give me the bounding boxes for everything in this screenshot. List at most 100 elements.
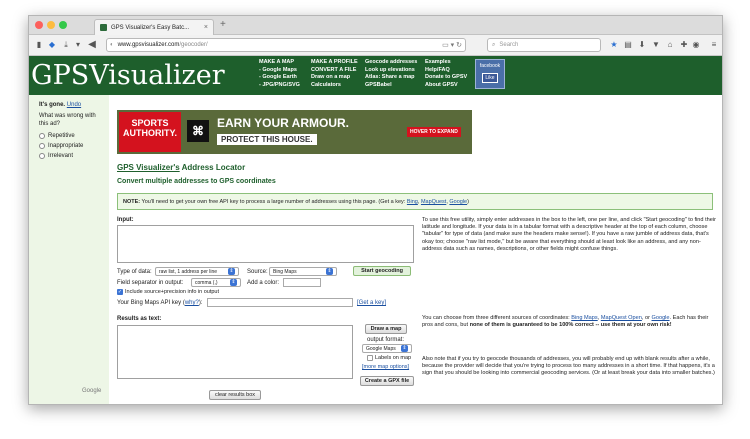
radio-circle[interactable] [39,153,45,159]
results-textarea[interactable] [117,325,353,379]
nav-link[interactable]: Geocode addresses [365,59,417,67]
pocket-icon[interactable]: ▼ [651,40,661,50]
ad-cta[interactable]: HOVER TO EXPAND [407,127,461,137]
radio-label: Inappropriate [48,143,84,149]
bing-maps-link[interactable]: Bing Maps [571,315,597,321]
separator-value: comma (,) [195,279,218,286]
separator-select[interactable]: comma (,) ⇕ [191,278,241,287]
labels-on-map-checkbox[interactable]: Labels on map [367,355,411,361]
mapquest-key-link[interactable]: MapQuest [421,199,446,205]
search-bar[interactable]: ⌕ Search [487,38,601,52]
chevron-down-icon[interactable]: ▾ [73,40,83,50]
zoom-window-button[interactable] [59,21,67,29]
api-key-label: Your Bing Maps API key (why?): [117,300,203,306]
extension-icon[interactable]: ◉ [691,40,701,50]
draw-map-button[interactable]: Draw a map [365,324,407,334]
ad-gone-label: It's gone. [39,102,66,108]
bookmark-star-icon[interactable]: ★ [609,40,619,50]
nav-link[interactable]: - Google Earth [259,74,300,82]
source-label: Source: [247,269,268,275]
facebook-like-button[interactable]: Like [482,73,498,83]
labels-on-map-label: Labels on map [375,355,412,361]
help-paragraph-1: To use this free utility, simply enter a… [422,217,716,252]
include-source-checkbox[interactable]: ✓ Include source+precision info in output [117,289,219,295]
address-input[interactable] [117,225,414,263]
nav-link[interactable]: MAKE A MAP [259,59,300,67]
checkbox-empty[interactable] [367,355,373,361]
facebook-like-box[interactable]: facebook Like [475,59,505,89]
close-tab-icon[interactable]: × [204,24,208,31]
ad-headline: EARN YOUR ARMOUR. [217,116,350,130]
nav-col-make-map: MAKE A MAP - Google Maps - Google Earth … [259,59,300,89]
nav-link[interactable]: Donate to GPSV [425,74,467,82]
more-map-options-link[interactable]: [more map options] [362,364,409,370]
nav-link[interactable]: Help/FAQ [425,67,467,75]
source-select[interactable]: Bing Maps ⇕ [269,267,337,276]
nav-link[interactable]: Calculators [311,82,358,90]
create-gpx-button[interactable]: Create a GPX file [360,376,414,386]
nav-link[interactable]: Look up elevations [365,67,417,75]
google-link[interactable]: Google [652,315,670,321]
checkmark-icon[interactable]: ✓ [117,289,123,295]
type-of-data-value: raw list, 1 address per line [159,268,218,275]
reader-icon[interactable]: ▭ ▾ ↻ [442,41,462,49]
site-logo[interactable]: GPSVisualizer [31,58,225,93]
radio-label: Irrelevant [48,153,74,159]
google-key-link[interactable]: Google [449,199,467,205]
tab-gps-visualizer[interactable]: GPS Visualizer's Easy Batc... × [94,19,214,35]
gps-visualizer-link[interactable]: GPS Visualizer's [117,163,180,172]
radio-irrelevant[interactable]: Irrelevant [39,153,73,159]
new-tab-button[interactable]: + [220,19,226,30]
ad-question: What was wrong with this ad? [39,113,96,127]
bing-key-link[interactable]: Bing [407,199,418,205]
ad-banner[interactable]: SPORTS AUTHORITY. ⌘ EARN YOUR ARMOUR. PR… [117,110,472,154]
radio-label: Repetitive [48,133,75,139]
tab-title: GPS Visualizer's Easy Batc... [111,24,190,31]
nav-link[interactable]: - JPG/PNG/SVG [259,82,300,90]
nav-link[interactable]: Examples [425,59,467,67]
api-key-text: Your Bing Maps API key [117,300,182,306]
browser-toolbar: ▮ ◆ ⤓ ▾ ◀ ◐ www.gpsvisualizer.com /geoco… [29,35,722,56]
download-icon[interactable]: ⤓ [61,40,71,50]
type-of-data-select[interactable]: raw list, 1 address per line ⇕ [155,267,239,276]
color-input[interactable] [283,278,321,287]
ad-feedback-sidebar: It's gone. Undo What was wrong with this… [29,95,109,404]
nav-link[interactable]: About GPSV [425,82,467,90]
nav-link[interactable]: GPSBabel [365,82,417,90]
puzzle-icon[interactable]: ✚ [679,40,689,50]
menu-icon[interactable]: ≡ [709,40,719,50]
mapquest-open-link[interactable]: MapQuest Open [601,315,642,321]
api-key-input[interactable] [207,298,353,307]
nav-link[interactable]: Draw on a map [311,74,358,82]
minimize-window-button[interactable] [47,21,55,29]
home-icon[interactable]: ⌂ [665,40,675,50]
bookmarks-icon[interactable]: ▤ [623,40,633,50]
radio-repetitive[interactable]: Repetitive [39,133,75,139]
url-path: /geocoder/ [179,42,208,48]
close-window-button[interactable] [35,21,43,29]
nav-link[interactable]: Atlas: Share a map [365,74,417,82]
why-link[interactable]: why? [185,300,199,306]
sidebar-icon[interactable]: ▮ [34,40,44,50]
results-label: Results as text: [117,316,162,322]
output-format-select[interactable]: Google Maps ⇕ [362,344,412,353]
radio-circle[interactable] [39,143,45,149]
nav-link[interactable]: CONVERT A FILE [311,67,358,75]
main-content: SPORTS AUTHORITY. ⌘ EARN YOUR ARMOUR. PR… [109,95,722,404]
undo-link[interactable]: Undo [67,102,81,108]
radio-inappropriate[interactable]: Inappropriate [39,143,83,149]
chevron-down-icon: ⇕ [230,279,237,286]
back-icon[interactable]: ◀ [87,40,97,50]
nav-link[interactable]: MAKE A PROFILE [311,59,358,67]
downloads-icon[interactable]: ⬇ [637,40,647,50]
nav-link[interactable]: - Google Maps [259,67,300,75]
start-geocoding-button[interactable]: Start geocoding [353,266,411,276]
help-paragraph-3: Also note that if you try to geocode tho… [422,356,715,377]
shield-icon[interactable]: ◆ [47,40,57,50]
page-title-rest: Address Locator [179,163,246,172]
url-bar[interactable]: ◐ www.gpsvisualizer.com /geocoder/ ▭ ▾ ↻ [106,38,466,52]
page-subtitle: Convert multiple addresses to GPS coordi… [117,178,276,185]
get-key-link[interactable]: [Get a key] [357,300,386,306]
radio-circle[interactable] [39,133,45,139]
clear-results-button[interactable]: clear results box [209,390,261,400]
